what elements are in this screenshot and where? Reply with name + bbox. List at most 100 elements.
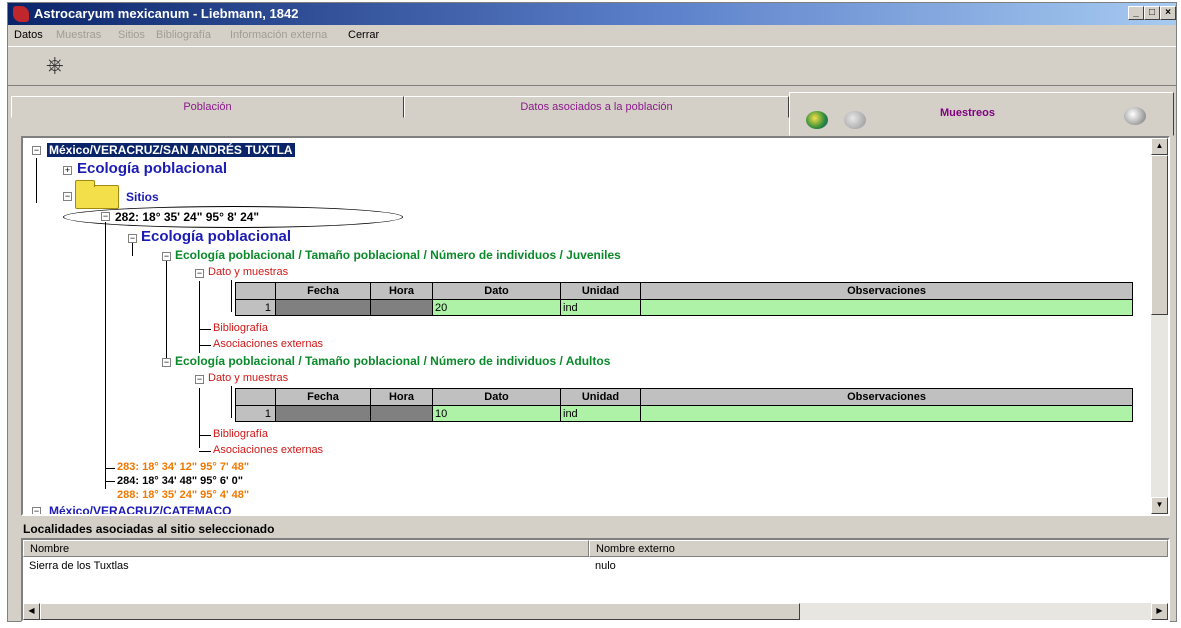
tree-line	[199, 451, 211, 452]
collapse-toggle[interactable]: −	[195, 375, 204, 384]
tree-line	[231, 280, 232, 312]
tab-datos-asociados[interactable]: Datos asociados a la población	[404, 96, 789, 118]
column-header-nombre-externo[interactable]: Nombre externo	[589, 540, 1168, 557]
collapse-toggle[interactable]: −	[195, 269, 204, 278]
column-header: Dato	[432, 388, 561, 406]
column-header: Observaciones	[640, 388, 1133, 406]
tree-node-site-283[interactable]: 283: 18° 34' 12" 95° 7' 48"	[117, 461, 249, 473]
tree-line	[199, 281, 200, 353]
cell-hora[interactable]	[370, 405, 433, 422]
cell-dato[interactable]: 10	[432, 405, 561, 422]
column-header: Hora	[370, 388, 433, 406]
collapse-toggle[interactable]: −	[63, 192, 72, 201]
tree-node-adultos[interactable]: Ecología poblacional / Tamaño poblaciona…	[175, 354, 610, 368]
tree-node-asociaciones[interactable]: Asociaciones externas	[213, 444, 323, 456]
app-window: Astrocaryum mexicanum - Liebmann, 1842 _…	[7, 2, 1177, 622]
tree-node-site-282[interactable]: 282: 18° 35' 24" 95° 8' 24"	[115, 210, 259, 224]
tree-line	[199, 345, 211, 346]
link-icon[interactable]	[844, 111, 866, 129]
tree-node-ecologia[interactable]: Ecología poblacional	[77, 160, 227, 177]
tree-line	[199, 435, 211, 436]
row-number: 1	[235, 405, 276, 422]
cell-dato[interactable]: 20	[432, 299, 561, 316]
cell-observaciones[interactable]	[640, 405, 1133, 422]
folder-icon	[75, 180, 119, 209]
scroll-left-button[interactable]: ◀	[23, 603, 40, 620]
menu-datos[interactable]: Datos	[14, 29, 43, 41]
globe-icon[interactable]	[806, 111, 828, 129]
cell-unidad[interactable]: ind	[560, 405, 641, 422]
scroll-down-button[interactable]: ▼	[1151, 497, 1168, 514]
table-row[interactable]: 1 10 ind	[235, 405, 1133, 422]
scroll-up-button[interactable]: ▲	[1151, 138, 1168, 155]
maximize-button[interactable]: □	[1144, 6, 1160, 20]
horizontal-scrollbar[interactable]: ◀ ▶	[23, 603, 1168, 620]
column-header	[235, 282, 276, 300]
window-title: Astrocaryum mexicanum - Liebmann, 1842	[34, 6, 299, 21]
close-button[interactable]: ×	[1160, 6, 1176, 20]
tree-line	[132, 242, 133, 256]
world-icon[interactable]	[1124, 107, 1146, 125]
tree-node-root[interactable]: México/VERACRUZ/SAN ANDRÉS TUXTLA	[47, 143, 295, 157]
tree-node-site-284[interactable]: 284: 18° 34' 48" 95° 6' 0"	[117, 475, 243, 487]
column-header: Observaciones	[640, 282, 1133, 300]
collapse-toggle[interactable]: −	[101, 212, 110, 221]
cell-hora[interactable]	[370, 299, 433, 316]
column-header: Fecha	[275, 282, 371, 300]
expand-toggle[interactable]: −	[32, 507, 41, 514]
column-header: Unidad	[560, 388, 641, 406]
column-header-nombre[interactable]: Nombre	[23, 540, 589, 557]
data-table-juveniles: Fecha Hora Dato Unidad Observaciones 1 2…	[235, 282, 1133, 316]
cell-fecha[interactable]	[275, 299, 371, 316]
tree-node-site-288[interactable]: 288: 18° 35' 24" 95° 4' 48"	[117, 489, 249, 501]
vertical-scrollbar[interactable]: ▲ ▼	[1151, 138, 1168, 514]
localidades-list: Nombre Nombre externo Sierra de los Tuxt…	[21, 538, 1170, 622]
menu-sitios[interactable]: Sitios	[118, 29, 145, 41]
cell-unidad[interactable]: ind	[560, 299, 641, 316]
row-number: 1	[235, 299, 276, 316]
data-table-adultos: Fecha Hora Dato Unidad Observaciones 1 1…	[235, 388, 1133, 422]
tree-node-catemaco[interactable]: México/VERACRUZ/CATEMACO	[47, 504, 233, 514]
tree-node-sitios[interactable]: Sitios	[126, 190, 159, 204]
menu-muestras[interactable]: Muestras	[56, 29, 101, 41]
menu-informacion-externa[interactable]: Información externa	[230, 29, 327, 41]
tree-line	[105, 222, 106, 489]
column-header: Fecha	[275, 388, 371, 406]
scroll-right-button[interactable]: ▶	[1151, 603, 1168, 620]
collapse-toggle[interactable]: −	[162, 358, 171, 367]
tree-line	[199, 388, 200, 448]
expand-toggle[interactable]: +	[63, 166, 72, 175]
menu-bibliografia[interactable]: Bibliografía	[156, 29, 211, 41]
collapse-toggle[interactable]: −	[162, 252, 171, 261]
exit-door-icon[interactable]: ⎈	[46, 54, 74, 78]
column-header	[235, 388, 276, 406]
tree-line	[105, 481, 115, 482]
app-icon	[13, 6, 29, 22]
tree-line	[231, 386, 232, 418]
tree-node-asociaciones[interactable]: Asociaciones externas	[213, 338, 323, 350]
tree-node-dato-muestras[interactable]: Dato y muestras	[208, 372, 288, 384]
column-header: Hora	[370, 282, 433, 300]
tree-node-bibliografia[interactable]: Bibliografía	[213, 428, 268, 440]
cell-nombre[interactable]: Sierra de los Tuxtlas	[29, 560, 129, 572]
minimize-button[interactable]: _	[1128, 6, 1144, 20]
tree-node-bibliografia[interactable]: Bibliografía	[213, 322, 268, 334]
cell-observaciones[interactable]	[640, 299, 1133, 316]
localidades-title: Localidades asociadas al sitio seleccion…	[23, 522, 275, 536]
menu-cerrar[interactable]: Cerrar	[348, 29, 379, 41]
tree-node-dato-muestras[interactable]: Dato y muestras	[208, 266, 288, 278]
scroll-thumb[interactable]	[1151, 155, 1168, 315]
cell-nombre-externo[interactable]: nulo	[595, 560, 616, 572]
tab-muestreos-label: Muestreos	[940, 107, 996, 119]
tree-node-ecologia-site[interactable]: Ecología poblacional	[141, 228, 291, 245]
table-row[interactable]: 1 20 ind	[235, 299, 1133, 316]
cell-fecha[interactable]	[275, 405, 371, 422]
tree-line	[166, 261, 167, 361]
collapse-toggle[interactable]: −	[128, 234, 137, 243]
tab-poblacion[interactable]: Población	[11, 96, 404, 118]
title-bar[interactable]: Astrocaryum mexicanum - Liebmann, 1842 _…	[8, 3, 1176, 25]
tree-node-juveniles[interactable]: Ecología poblacional / Tamaño poblaciona…	[175, 248, 621, 262]
column-header: Unidad	[560, 282, 641, 300]
collapse-toggle[interactable]: −	[32, 146, 41, 155]
scroll-thumb[interactable]	[40, 603, 800, 620]
